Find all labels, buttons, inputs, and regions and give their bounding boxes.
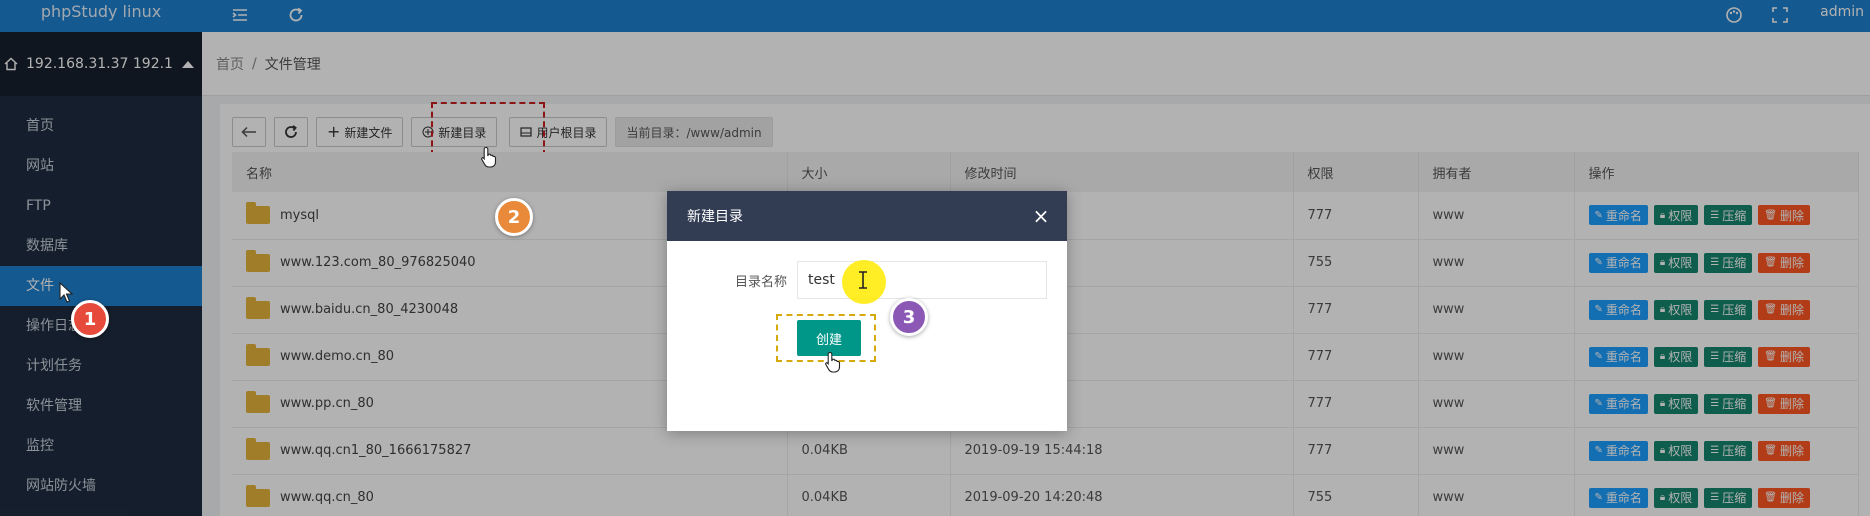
- phpstudy-app: phpStudy linux 192.168.31.37 192.1... 首页…: [0, 0, 1870, 516]
- dialog-title: 新建目录: [687, 209, 743, 225]
- step-badge-2: 2: [495, 198, 533, 236]
- dialog-header: 新建目录 ×: [667, 191, 1067, 241]
- close-icon[interactable]: ×: [1031, 206, 1051, 226]
- step-badge-1: 1: [71, 300, 109, 338]
- new-directory-dialog: 新建目录 × 目录名称 test 创建: [667, 191, 1067, 431]
- hand-pointer-icon: [825, 351, 841, 373]
- step-badge-3: 3: [890, 298, 928, 336]
- text-cursor-icon: [859, 271, 867, 289]
- directory-name-input[interactable]: test: [797, 261, 1047, 299]
- directory-name-label: 目录名称: [734, 275, 787, 290]
- arrow-cursor-icon: [59, 282, 74, 303]
- hand-pointer-icon: [481, 146, 497, 168]
